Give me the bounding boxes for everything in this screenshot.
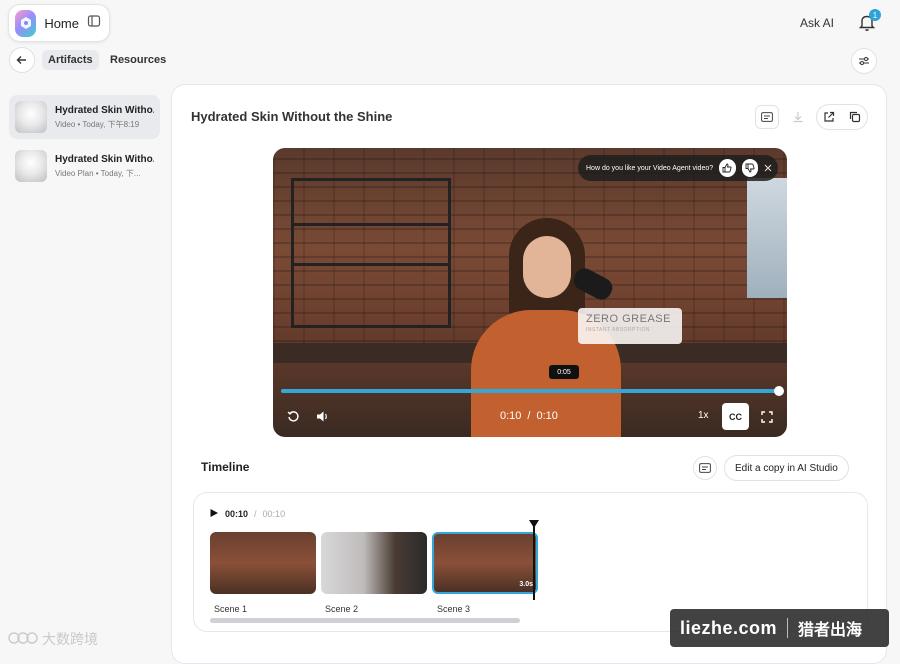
filter-settings-button[interactable] xyxy=(851,48,877,74)
watermark-left: 大数跨境 xyxy=(8,629,98,649)
download-icon xyxy=(793,112,803,123)
timeline-playhead[interactable] xyxy=(533,522,535,600)
current-time: 0:10 xyxy=(500,410,522,422)
watermark-logo-icon xyxy=(8,630,38,649)
open-external-button[interactable] xyxy=(817,105,841,129)
sidebar-item-subtitle: Video • Today, 下午8:19 xyxy=(55,119,140,129)
external-link-icon xyxy=(824,111,835,122)
sliders-icon xyxy=(859,56,869,66)
arrow-left-icon xyxy=(16,56,26,64)
sign-text: ZERO GREASE xyxy=(586,313,671,325)
captions-button[interactable] xyxy=(755,105,779,129)
copy-button[interactable] xyxy=(843,105,867,129)
home-button[interactable]: Home xyxy=(8,4,110,42)
notification-badge: 1 xyxy=(869,9,881,21)
tab-artifacts[interactable]: Artifacts xyxy=(42,50,99,70)
scene-thumbnail-3[interactable]: 3.0s xyxy=(432,532,538,594)
thumbs-up-icon xyxy=(722,163,732,173)
playback-speed-button[interactable]: 1x xyxy=(698,410,709,421)
watermark-name: 猎者出海 xyxy=(798,622,863,639)
scene-label-2: Scene 2 xyxy=(325,604,359,614)
watermark-right: liezhe.com 猎者出海 xyxy=(670,609,889,647)
copy-icon xyxy=(849,111,861,123)
sidebar-item-title: Hydrated Skin Witho... xyxy=(55,104,154,116)
ask-ai-button[interactable]: Ask AI xyxy=(794,12,840,34)
timeline-play-icon[interactable] xyxy=(209,508,219,520)
scene-thumbnail-1[interactable] xyxy=(210,532,316,594)
scrubber-time-tooltip: 0:05 xyxy=(549,365,579,379)
artifact-thumbnail xyxy=(15,150,47,182)
video-shelf-board xyxy=(291,263,451,266)
page-title: Hydrated Skin Without the Shine xyxy=(191,109,393,124)
timeline-scrollbar[interactable] xyxy=(210,618,520,623)
video-time-display: 0:10 / 0:10 xyxy=(500,410,558,422)
captions-icon xyxy=(761,112,773,122)
scene-label-3: Scene 3 xyxy=(437,604,471,614)
app-logo-icon xyxy=(15,9,37,37)
timeline-total-time: 00:10 xyxy=(262,509,286,519)
scene-label-1: Scene 1 xyxy=(214,604,248,614)
scene-duration: 3.0s xyxy=(519,581,533,588)
sidebar-toggle-icon[interactable] xyxy=(87,14,101,33)
download-button[interactable] xyxy=(786,105,810,129)
thumbs-down-icon xyxy=(745,163,755,173)
home-label: Home xyxy=(44,15,79,31)
sign-subtext: INSTANT ABSORPTION xyxy=(586,327,650,333)
back-button[interactable] xyxy=(9,47,35,73)
thumbs-up-button[interactable] xyxy=(719,159,736,177)
timeline-captions-button[interactable] xyxy=(693,456,717,480)
sidebar-item-subtitle: Video Plan • Today, 下... xyxy=(55,168,141,178)
sidebar-item-title: Hydrated Skin Witho... xyxy=(55,153,154,165)
total-time: 0:10 xyxy=(536,410,558,422)
edit-copy-button[interactable]: Edit a copy in AI Studio xyxy=(724,455,849,481)
scene-thumbnail-2[interactable] xyxy=(321,532,427,594)
video-progress-fill xyxy=(281,389,779,393)
timeline-time: 00:10 / 00:10 xyxy=(209,508,285,520)
close-icon[interactable] xyxy=(764,159,772,177)
feedback-prompt: How do you like your Video Agent video? xyxy=(578,155,778,181)
fullscreen-icon[interactable] xyxy=(761,410,773,428)
video-progress-bar[interactable] xyxy=(281,386,784,396)
sidebar-item-video[interactable]: Hydrated Skin Witho... Video • Today, 下午… xyxy=(9,95,160,139)
artifact-thumbnail xyxy=(15,101,47,133)
product-sign: ZERO GREASE INSTANT ABSORPTION xyxy=(578,308,682,344)
video-shelf xyxy=(291,178,451,328)
video-player[interactable]: ZERO GREASE INSTANT ABSORPTION How do yo… xyxy=(273,148,787,437)
thumbs-down-button[interactable] xyxy=(741,159,758,177)
replay-icon[interactable] xyxy=(287,410,300,428)
captions-icon xyxy=(699,463,711,473)
feedback-question: How do you like your Video Agent video? xyxy=(586,164,714,172)
share-copy-group xyxy=(816,104,868,130)
watermark-divider xyxy=(787,618,789,638)
time-separator: / xyxy=(527,410,531,422)
tab-resources[interactable]: Resources xyxy=(104,50,172,70)
watermark-site: liezhe.com xyxy=(680,617,778,638)
volume-icon[interactable] xyxy=(316,410,330,428)
closed-captions-button[interactable]: CC xyxy=(722,403,749,430)
timeline-current-time: 00:10 xyxy=(225,509,249,519)
video-shelf-board xyxy=(291,223,451,226)
timeline-title: Timeline xyxy=(201,460,250,474)
video-window xyxy=(747,178,787,298)
sidebar-item-video-plan[interactable]: Hydrated Skin Witho... Video Plan • Toda… xyxy=(9,144,160,188)
video-progress-handle[interactable] xyxy=(774,386,784,396)
timeline-separator: / xyxy=(254,509,257,519)
watermark-left-text: 大数跨境 xyxy=(42,631,98,647)
